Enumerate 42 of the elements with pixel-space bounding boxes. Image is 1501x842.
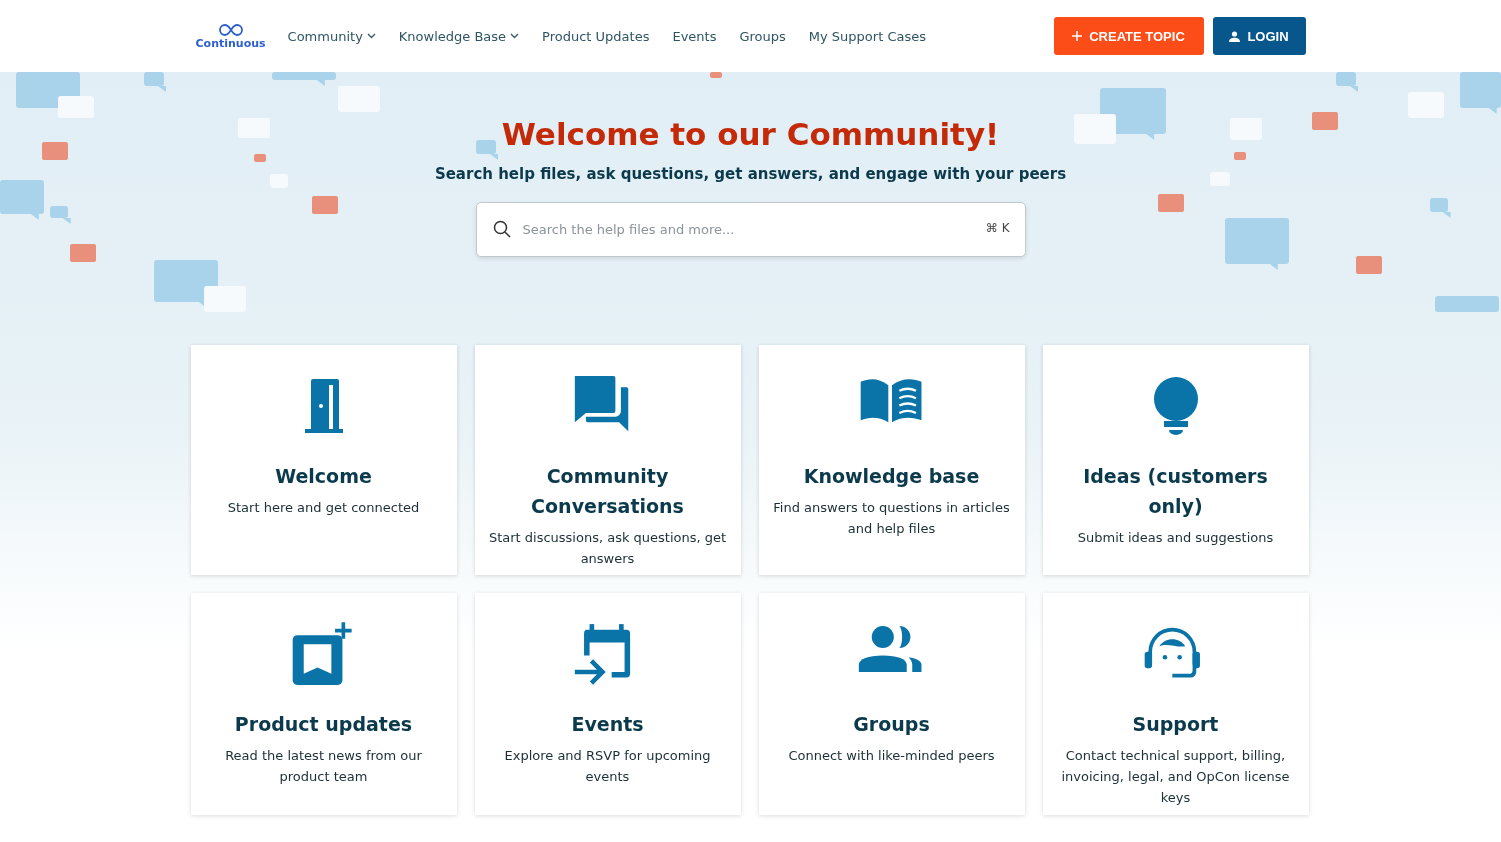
login-button[interactable]: LOGIN (1212, 17, 1306, 55)
card-title: Events (571, 712, 644, 737)
door-icon (303, 378, 344, 434)
nav-link[interactable]: Knowledge Base (398, 28, 520, 44)
category-card[interactable]: Knowledge base Find answers to questions in articles and help files (758, 345, 1025, 575)
category-card[interactable]: Ideas (customers only) Submit ideas and suggestions (1042, 345, 1309, 575)
nav-link[interactable]: Groups (739, 28, 786, 44)
card-title: Welcome (275, 464, 372, 489)
category-card[interactable]: Product updates Read the latest news from our product team (190, 593, 457, 815)
light-bulb-icon (1152, 376, 1199, 436)
nav-link[interactable]: My Support Cases (808, 28, 926, 44)
nav-link[interactable]: Events (672, 28, 717, 44)
nav-link[interactable]: Product Updates (542, 28, 650, 44)
card-title: Ideas (customers only) (1082, 464, 1269, 519)
card-description: Explore and RSVP for upcoming events (503, 747, 712, 786)
user-icon (1229, 30, 1241, 42)
card-title: Support (1132, 712, 1219, 737)
keyboard-shortcut: ⌘ K (985, 221, 1010, 235)
card-title: Knowledge base (803, 464, 980, 489)
card-title: Product updates (234, 712, 413, 737)
card-description: Submit ideas and suggestions (1077, 529, 1274, 547)
category-card[interactable]: Support Contact technical support, billing, invoicing, legal, and OpCon license keys (1042, 593, 1309, 815)
card-description: Find answers to questions in articles and help files (772, 499, 1011, 538)
hero-subtitle: Search help files, ask questions, get answers, and engage with your peers (434, 164, 1067, 185)
nav-link[interactable]: Community (287, 28, 376, 44)
card-description: Connect with like-minded peers (788, 747, 995, 765)
logo-text: Continuous (195, 36, 266, 50)
card-description: Start here and get connected (227, 499, 420, 517)
category-card[interactable]: Events Explore and RSVP for upcoming events (474, 593, 741, 815)
category-card[interactable]: Groups Connect with like-minded peers (758, 593, 1025, 815)
infinity-logo-icon (217, 22, 244, 37)
card-title: Groups (853, 712, 930, 737)
card-title: Community Conversations (530, 464, 685, 519)
category-card[interactable]: Welcome Start here and get connected (190, 345, 457, 575)
card-description: Contact technical support, billing, invoicing, legal, and OpCon license keys (1060, 747, 1291, 807)
category-card[interactable]: Community Conversations Start discussions, ask questions, get answers (474, 345, 741, 575)
hero-title: Welcome to our Community! (501, 116, 1000, 152)
plus-icon (1072, 31, 1083, 41)
logo[interactable]: Continuous (195, 22, 266, 50)
card-description: Start discussions, ask questions, get answers (488, 529, 727, 568)
card-description: Read the latest news from our product team (224, 747, 423, 786)
search-icon (492, 220, 511, 238)
